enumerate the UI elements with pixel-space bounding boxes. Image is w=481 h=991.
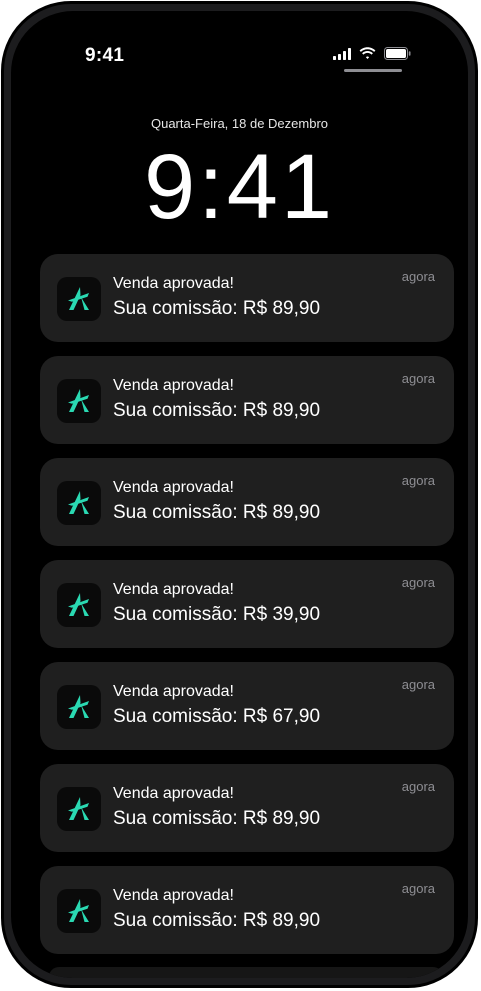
notification-time: agora [401, 677, 435, 692]
notification-time: agora [401, 269, 435, 284]
notification-title: Venda aprovada! [113, 785, 234, 802]
status-bar-icons [333, 47, 411, 60]
wifi-icon [359, 47, 376, 59]
notification-body: Sua comissão: R$ 67,90 [113, 706, 321, 727]
cellular-signal-icon [333, 47, 351, 60]
notification-body: Sua comissão: R$ 89,90 [113, 502, 321, 523]
notification-body: Sua comissão: R$ 89,90 [113, 400, 321, 421]
top-indicator-bar [344, 69, 402, 72]
notification-title: Venda aprovada! [113, 887, 234, 904]
notification-time: agora [401, 779, 435, 794]
notification-card[interactable]: Venda aprovada! Sua comissão: R$ 89,90 a… [40, 866, 454, 954]
brand-logo-icon [57, 379, 101, 423]
lock-screen-date: Quarta-Feira, 18 de Dezembro [150, 116, 329, 131]
status-bar-time: 9:41 [85, 45, 125, 66]
notification-card[interactable]: Venda aprovada! Sua comissão: R$ 89,90 a… [40, 356, 454, 444]
notification-time: agora [401, 473, 435, 488]
more-notifications-peek[interactable] [49, 967, 443, 978]
notification-title: Venda aprovada! [113, 275, 234, 292]
brand-logo-icon [57, 685, 101, 729]
notification-time: agora [401, 575, 435, 590]
lock-screen: 9:41 Quarta-Feira, 18 de Dezembro 9:41 V… [11, 11, 468, 978]
notification-card[interactable]: Venda aprovada! Sua comissão: R$ 89,90 a… [40, 254, 454, 342]
phone-frame: 9:41 Quarta-Feira, 18 de Dezembro 9:41 V… [1, 1, 478, 988]
brand-logo-icon [57, 481, 101, 525]
brand-logo-icon [57, 583, 101, 627]
notification-body: Sua comissão: R$ 89,90 [113, 808, 321, 829]
notification-time: agora [401, 881, 435, 896]
notification-card[interactable]: Venda aprovada! Sua comissão: R$ 89,90 a… [40, 764, 454, 852]
brand-logo-icon [57, 277, 101, 321]
notification-time: agora [401, 371, 435, 386]
notification-title: Venda aprovada! [113, 377, 234, 394]
brand-logo-icon [57, 787, 101, 831]
notification-title: Venda aprovada! [113, 479, 234, 496]
notification-body: Sua comissão: R$ 39,90 [113, 604, 321, 625]
lock-screen-clock: 9:41 [143, 136, 336, 238]
notification-card[interactable]: Venda aprovada! Sua comissão: R$ 89,90 a… [40, 458, 454, 546]
notification-card[interactable]: Venda aprovada! Sua comissão: R$ 67,90 a… [40, 662, 454, 750]
brand-logo-icon [57, 889, 101, 933]
notification-card[interactable]: Venda aprovada! Sua comissão: R$ 39,90 a… [40, 560, 454, 648]
notification-body: Sua comissão: R$ 89,90 [113, 910, 321, 931]
battery-icon [384, 47, 411, 60]
notification-title: Venda aprovada! [113, 683, 234, 700]
notification-title: Venda aprovada! [113, 581, 234, 598]
notification-body: Sua comissão: R$ 89,90 [113, 298, 321, 319]
